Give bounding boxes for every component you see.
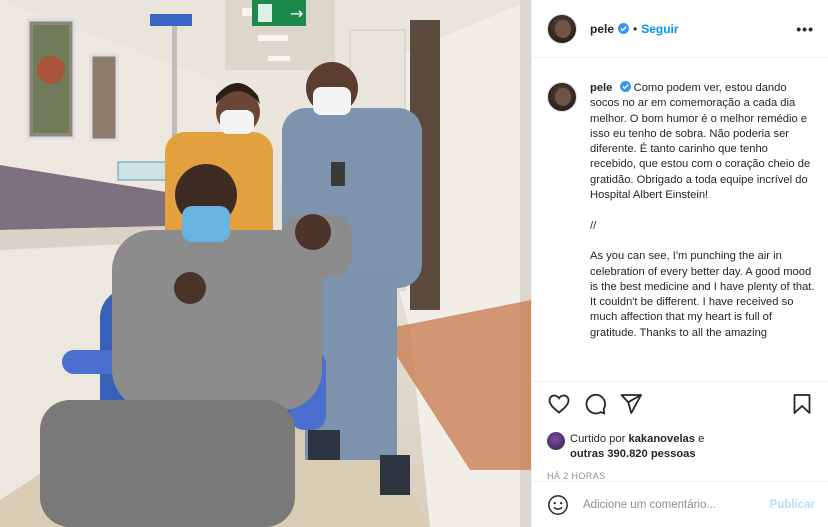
verified-badge-icon: [618, 23, 630, 34]
likes-summary: Curtido por kakanovelas e outras 390.820…: [547, 432, 814, 462]
post-photo[interactable]: →: [0, 0, 531, 527]
verified-badge-icon: [619, 81, 631, 92]
heart-icon[interactable]: [547, 392, 571, 416]
follow-button[interactable]: Seguir: [641, 22, 678, 36]
header-separator: •: [633, 21, 638, 36]
caption-text: pele Como podem ver, estou dando socos n…: [590, 81, 815, 341]
author-username[interactable]: pele: [590, 22, 614, 36]
liker-avatar[interactable]: [547, 432, 565, 450]
likes-others[interactable]: outras 390.820 pessoas: [570, 448, 696, 460]
caption-author-username[interactable]: pele: [590, 82, 612, 94]
bookmark-icon[interactable]: [790, 392, 814, 416]
post-actions: Curtido por kakanovelas e outras 390.820…: [532, 381, 828, 481]
post-timestamp[interactable]: HÁ 2 HORAS: [547, 471, 814, 481]
publish-button[interactable]: Publicar: [770, 499, 815, 511]
comment-input[interactable]: [583, 498, 770, 511]
likes-middle: e: [695, 433, 705, 445]
exit-arrow: →: [290, 4, 303, 23]
post-header: pele • Seguir •••: [532, 0, 828, 58]
caption-author-avatar[interactable]: [547, 82, 577, 112]
caption-body: Como podem ver, estou dando socos no ar …: [590, 82, 815, 339]
comment-icon[interactable]: [583, 392, 607, 416]
liker-username[interactable]: kakanovelas: [628, 433, 695, 445]
hospital-corridor-illustration: →: [0, 0, 531, 527]
more-options-icon[interactable]: •••: [796, 22, 814, 36]
caption-area: pele Como podem ver, estou dando socos n…: [532, 59, 828, 381]
likes-prefix: Curtido por: [570, 433, 629, 445]
post-side-panel: pele • Seguir ••• pele Como podem ver, e…: [531, 0, 828, 527]
emoji-icon[interactable]: [547, 494, 569, 516]
author-avatar[interactable]: [547, 13, 577, 44]
comment-bar: Publicar: [532, 481, 828, 527]
share-icon[interactable]: [619, 392, 643, 416]
